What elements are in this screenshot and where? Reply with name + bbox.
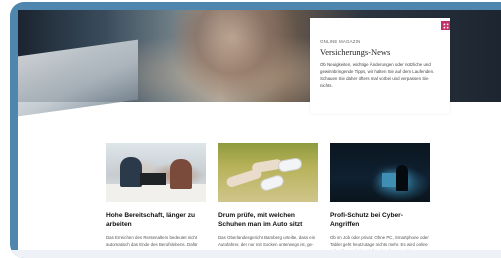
device-frame: ONLINE MAGAZIN Versicherungs-News Ob Neu… bbox=[10, 2, 501, 258]
article-excerpt: Das Oberlandesgericht Bamberg urteilte, … bbox=[218, 235, 316, 247]
hero-newspaper bbox=[18, 39, 138, 117]
article-card[interactable]: Drum prüfe, mit welchen Schuhen man im A… bbox=[218, 143, 318, 248]
card-eyebrow: ONLINE MAGAZIN bbox=[320, 39, 361, 44]
article-image-meeting[interactable] bbox=[106, 143, 206, 202]
article-title[interactable]: Drum prüfe, mit welchen Schuhen man im A… bbox=[218, 211, 318, 229]
frame-bottom-shadow bbox=[10, 250, 501, 258]
article-image-cyber[interactable] bbox=[330, 143, 430, 202]
article-title[interactable]: Profi-Schutz bei Cyber-Angriffen bbox=[330, 211, 430, 229]
article-card[interactable]: Profi-Schutz bei Cyber-Angriffen Ob im J… bbox=[330, 143, 430, 250]
card-title: Versicherungs-News bbox=[320, 47, 391, 57]
hero-person bbox=[168, 10, 298, 102]
article-excerpt: Ob im Job oder privat: Ohne PC, Smartpho… bbox=[330, 235, 429, 250]
article-card[interactable]: Hohe Bereitschaft, länger zu arbeiten Da… bbox=[106, 143, 206, 250]
grid-icon[interactable] bbox=[441, 21, 450, 30]
magazine-card[interactable]: ONLINE MAGAZIN Versicherungs-News Ob Neu… bbox=[310, 18, 450, 114]
screen: ONLINE MAGAZIN Versicherungs-News Ob Neu… bbox=[18, 10, 501, 250]
card-text: Ob Neuigkeiten, wichtige Änderungen oder… bbox=[320, 62, 435, 88]
article-title[interactable]: Hohe Bereitschaft, länger zu arbeiten bbox=[106, 211, 206, 229]
article-excerpt: Das Erreichen des Rentenalters bedeutet … bbox=[106, 235, 198, 250]
article-image-shoes[interactable] bbox=[218, 143, 318, 202]
